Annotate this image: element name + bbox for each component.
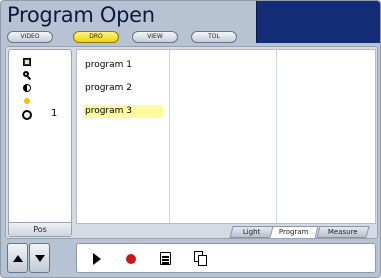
pos-button[interactable]: Pos	[9, 222, 71, 236]
program-open-screen: Program Open VIDEO DRO VIEW TOL 1 Pos pr…	[0, 0, 381, 278]
down-arrow-button[interactable]	[29, 243, 50, 273]
tab-light[interactable]: Light	[229, 226, 275, 238]
program-list-item-selected[interactable]: program 3	[83, 105, 163, 118]
down-arrow-icon	[35, 255, 45, 262]
record-button[interactable]	[122, 249, 142, 269]
tab-dro[interactable]: DRO	[73, 31, 119, 43]
record-icon	[126, 254, 136, 264]
light-dot-icon[interactable]	[22, 96, 32, 106]
tab-measure-label: Measure	[327, 228, 358, 236]
play-button[interactable]	[88, 249, 108, 269]
arrow-button-group	[7, 243, 51, 273]
up-arrow-button[interactable]	[7, 243, 28, 273]
search-icon[interactable]	[22, 70, 32, 81]
program-list-item[interactable]: program 1	[83, 59, 163, 72]
circle-feature-icon[interactable]	[22, 110, 32, 120]
list-icon-line	[162, 256, 169, 258]
tab-measure[interactable]: Measure	[316, 226, 370, 238]
program-toolbar	[76, 243, 376, 273]
list-icon-line	[162, 259, 169, 261]
tab-program-label: Program	[279, 228, 309, 236]
program-list-panel: program 1 program 2 program 3	[76, 49, 376, 224]
play-icon	[93, 253, 101, 265]
copy-icon-front-page	[198, 255, 207, 266]
column-divider	[169, 50, 170, 223]
contrast-icon[interactable]	[22, 83, 32, 93]
tab-video[interactable]: VIDEO	[7, 31, 53, 43]
tab-light-label: Light	[243, 228, 261, 236]
tab-view[interactable]: VIEW	[132, 31, 178, 43]
column-divider	[276, 50, 277, 223]
list-icon-line	[162, 262, 169, 264]
tab-program[interactable]: Program	[269, 226, 319, 238]
up-arrow-icon	[13, 255, 23, 262]
status-side-panel: 1 Pos	[8, 49, 72, 237]
header-display-panel	[256, 1, 380, 43]
copy-button[interactable]	[191, 249, 211, 269]
circle-feature-count: 1	[51, 108, 58, 119]
page-title: Program Open	[7, 3, 155, 27]
tab-tol[interactable]: TOL	[191, 31, 237, 43]
camera-box-icon[interactable]	[22, 57, 32, 67]
program-list-item[interactable]: program 2	[83, 82, 163, 95]
program-list-button[interactable]	[156, 249, 176, 269]
